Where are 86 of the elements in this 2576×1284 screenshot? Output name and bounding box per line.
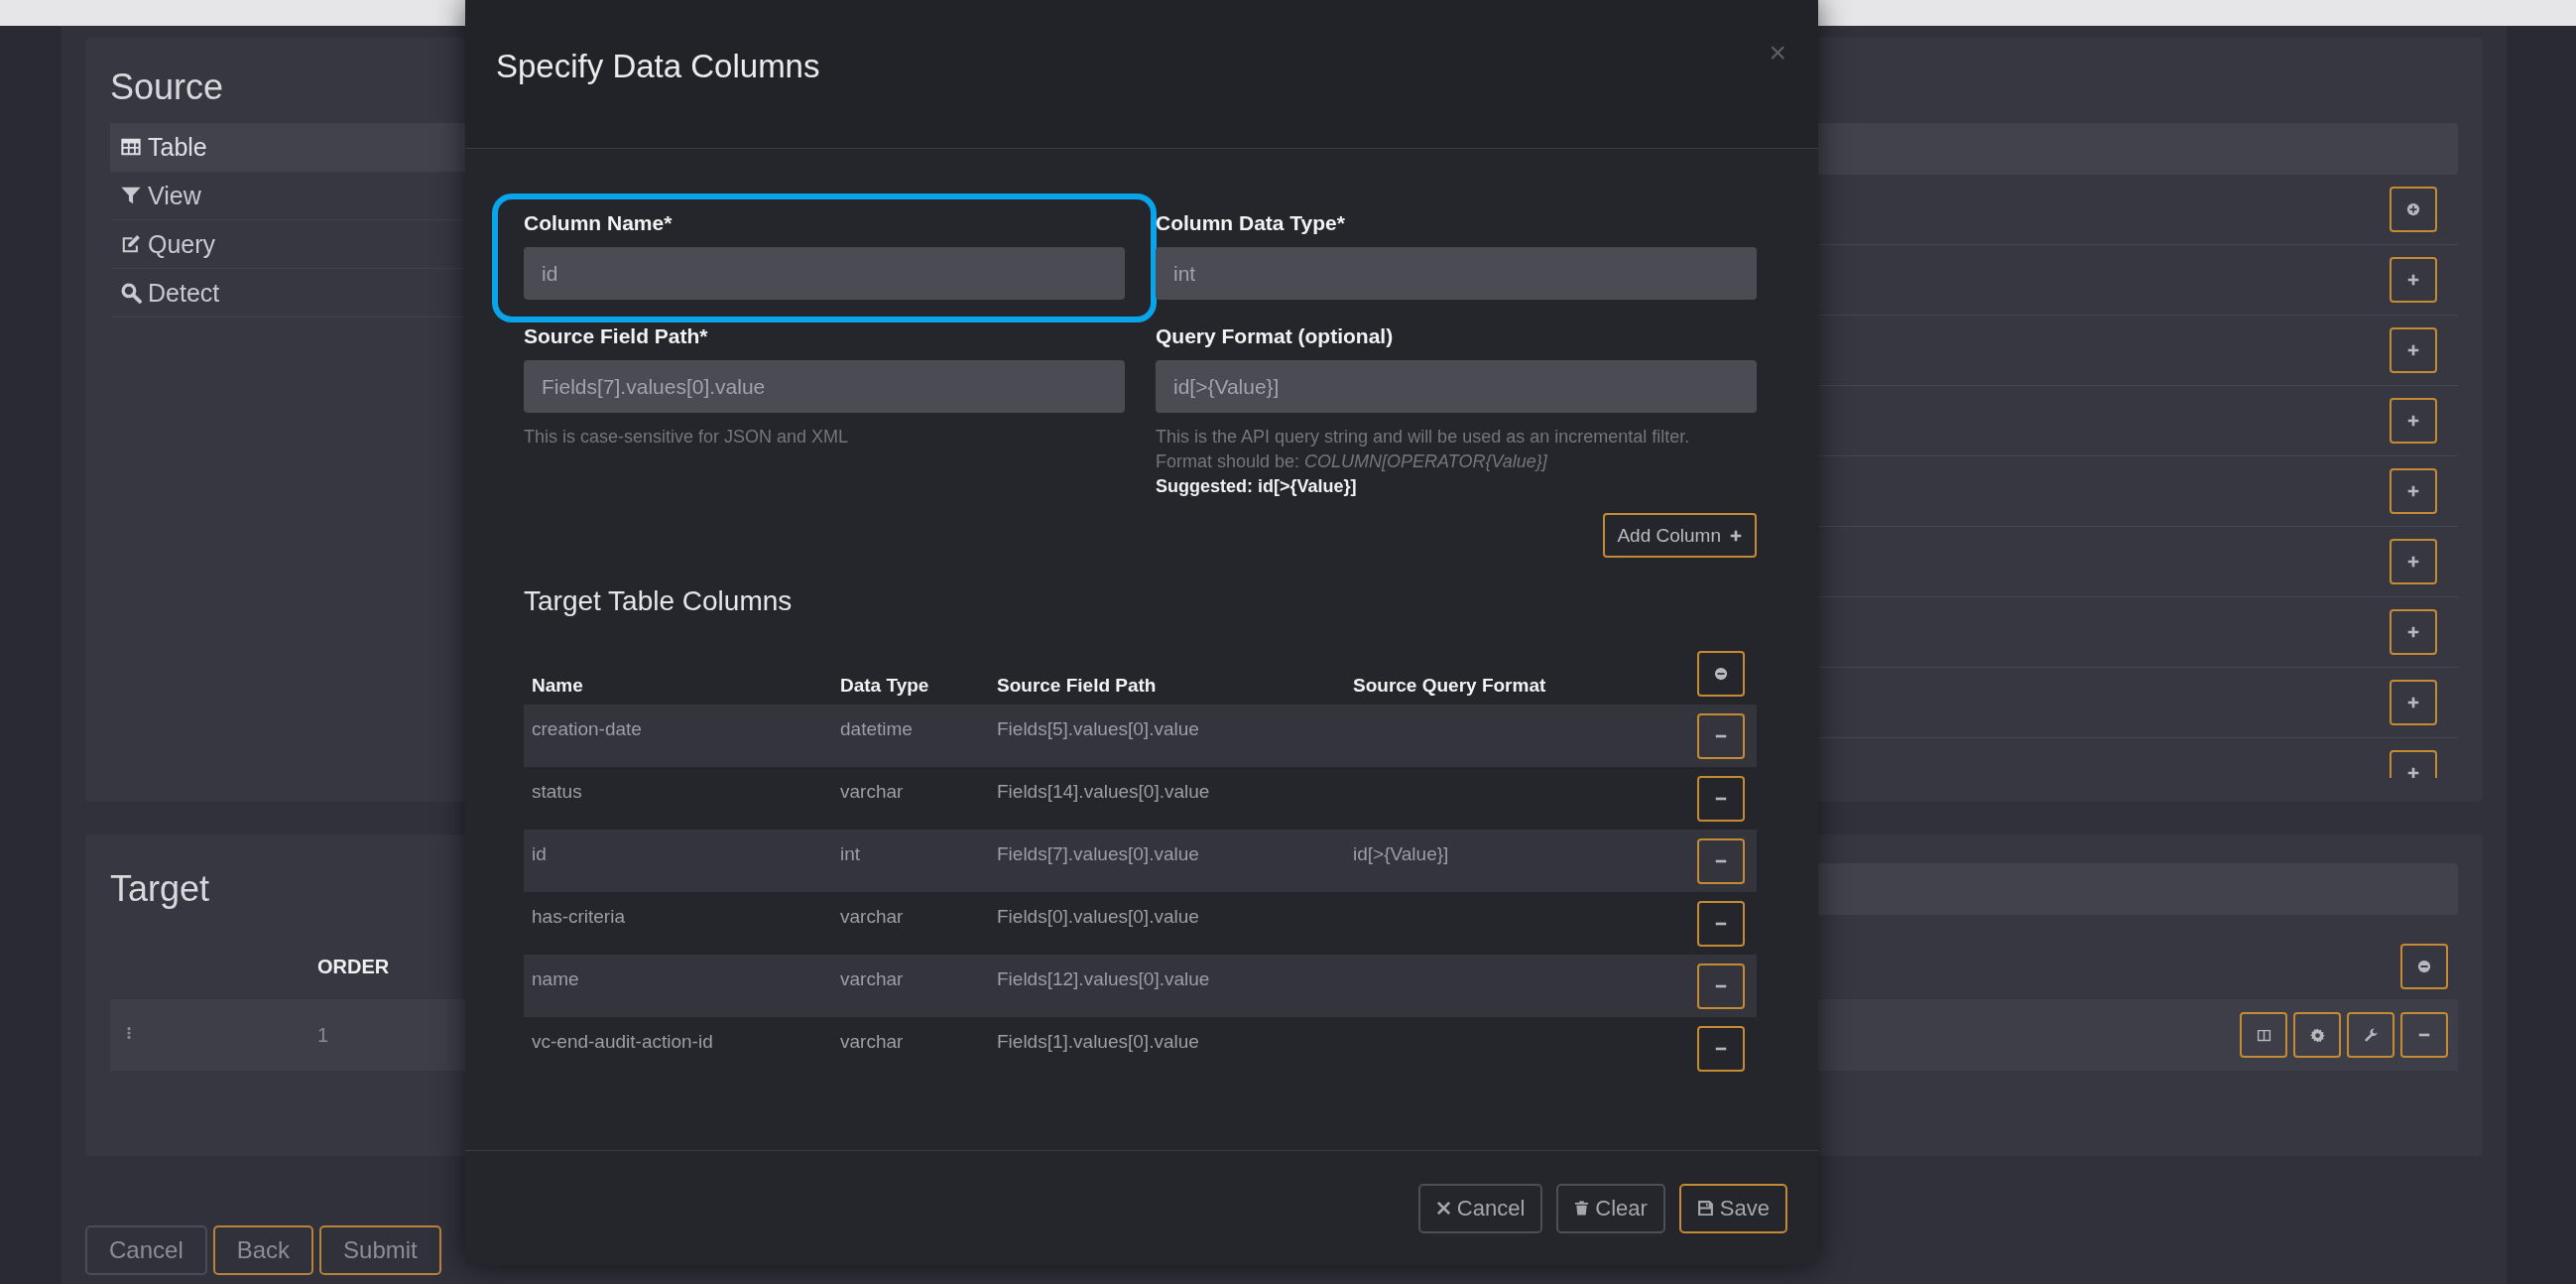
- add-button[interactable]: [2390, 468, 2437, 514]
- trash-icon: [1574, 1200, 1590, 1217]
- columns-button[interactable]: [2240, 1012, 2287, 1058]
- column-header: Data Type: [839, 675, 930, 698]
- action-button[interactable]: Back: [212, 1225, 314, 1275]
- table-cell-text: id: [531, 842, 548, 866]
- help-text: This is the API query string and will be used as an incremental filter.: [1156, 426, 1691, 449]
- columns-icon: [2256, 1027, 2271, 1043]
- remove-button[interactable]: [1697, 1025, 1745, 1072]
- column-header: Source Query Format: [1352, 675, 1547, 698]
- input-field[interactable]: id[>{Value}]: [1156, 360, 1757, 413]
- remove-button[interactable]: [2400, 1012, 2448, 1058]
- plus-icon: [2406, 484, 2420, 498]
- search-icon: [120, 282, 142, 304]
- section-title: Target Table Columns: [524, 585, 794, 617]
- cancel-button[interactable]: Cancel: [1417, 1183, 1543, 1233]
- table-cell-text: Fields[1].values[0].value: [996, 1030, 1200, 1054]
- column-header: Source Field Path: [996, 675, 1158, 698]
- dialog-title: Specify Data Columns: [496, 48, 820, 85]
- plus-icon: [2406, 343, 2420, 357]
- plus-icon: [1729, 528, 1743, 543]
- wrench-icon: [2363, 1027, 2379, 1043]
- cancel-button[interactable]: Cancel: [85, 1225, 207, 1275]
- table-cell-text: int: [839, 842, 862, 866]
- column-header: Name: [531, 675, 584, 698]
- settings-icon: [2309, 1027, 2325, 1043]
- close-icon: [1435, 1201, 1451, 1216]
- field-label: Column Data Type*: [1156, 211, 1346, 235]
- add-all-button[interactable]: [2390, 187, 2437, 232]
- settings-button[interactable]: [2293, 1012, 2341, 1058]
- plus-icon: [2406, 625, 2420, 639]
- table-cell-text: varchar: [839, 905, 905, 929]
- remove-button[interactable]: [1697, 837, 1745, 884]
- panel-title: Target: [110, 867, 211, 911]
- suggestion-text: Suggested: id[>{Value}]: [1156, 475, 1358, 498]
- table-cell-text: varchar: [839, 967, 905, 991]
- table-cell-text: Fields[5].values[0].value: [996, 717, 1200, 741]
- plus-icon: [2406, 414, 2420, 428]
- plus-icon: [2406, 555, 2420, 569]
- input-field[interactable]: id: [524, 247, 1125, 300]
- add-button[interactable]: [2390, 257, 2437, 303]
- table-cell-text: status: [531, 780, 583, 804]
- input-field[interactable]: int: [1156, 247, 1757, 300]
- add-button[interactable]: [2390, 609, 2437, 655]
- input-field[interactable]: Fields[7].values[0].value: [524, 360, 1125, 413]
- action-button[interactable]: Submit: [319, 1225, 441, 1275]
- field-label: Query Format (optional): [1156, 324, 1395, 348]
- remove-all-button[interactable]: [2400, 944, 2448, 989]
- table-cell-text: varchar: [839, 1030, 905, 1054]
- table-cell-text: has-criteria: [531, 905, 626, 929]
- table-cell-text: Fields[12].values[0].value: [996, 967, 1211, 991]
- remove-all-button[interactable]: [1697, 651, 1745, 697]
- table-cell-text: Fields[0].values[0].value: [996, 905, 1200, 929]
- remove-button[interactable]: [1697, 963, 1745, 1009]
- table-cell-text: vc-end-audit-action-id: [531, 1030, 714, 1054]
- help-text: This is case-sensitive for JSON and XML: [524, 426, 850, 449]
- table-cell-text: name: [531, 967, 580, 991]
- tools-button[interactable]: [2347, 1012, 2394, 1058]
- minus-circle-icon: [1714, 667, 1728, 681]
- table-cell-text: Fields[14].values[0].value: [996, 780, 1211, 804]
- add-column-button[interactable]: Add Column: [1603, 513, 1757, 558]
- plus-icon: [2406, 273, 2420, 287]
- field-label: Source Field Path*: [524, 324, 709, 348]
- edit-icon: [120, 233, 142, 255]
- add-button[interactable]: [2390, 680, 2437, 725]
- remove-button[interactable]: [1697, 775, 1745, 822]
- save-button[interactable]: Save: [1678, 1183, 1787, 1233]
- column-header: ORDER: [317, 955, 391, 978]
- help-text: Format should be: COLUMN[OPERATOR{Value}]: [1156, 450, 1548, 473]
- table-cell-text: varchar: [839, 780, 905, 804]
- filter-icon: [120, 185, 142, 206]
- table-cell-text: datetime: [839, 717, 914, 741]
- clear-button[interactable]: Clear: [1556, 1183, 1665, 1233]
- plus-icon: [2406, 696, 2420, 709]
- table-icon: [120, 136, 142, 158]
- remove-button[interactable]: [1697, 900, 1745, 947]
- table-cell-text: creation-date: [531, 717, 643, 741]
- minus-circle-icon: [2417, 960, 2431, 973]
- plus-circle-icon: [2406, 202, 2420, 216]
- remove-button[interactable]: [1697, 712, 1745, 759]
- table-cell-text: Fields[7].values[0].value: [996, 842, 1200, 866]
- add-button[interactable]: [2390, 327, 2437, 373]
- add-button[interactable]: [2390, 398, 2437, 444]
- plus-icon: [2406, 766, 2420, 778]
- table-cell: id[>{Value}]: [1353, 843, 1449, 864]
- add-button[interactable]: [2390, 539, 2437, 584]
